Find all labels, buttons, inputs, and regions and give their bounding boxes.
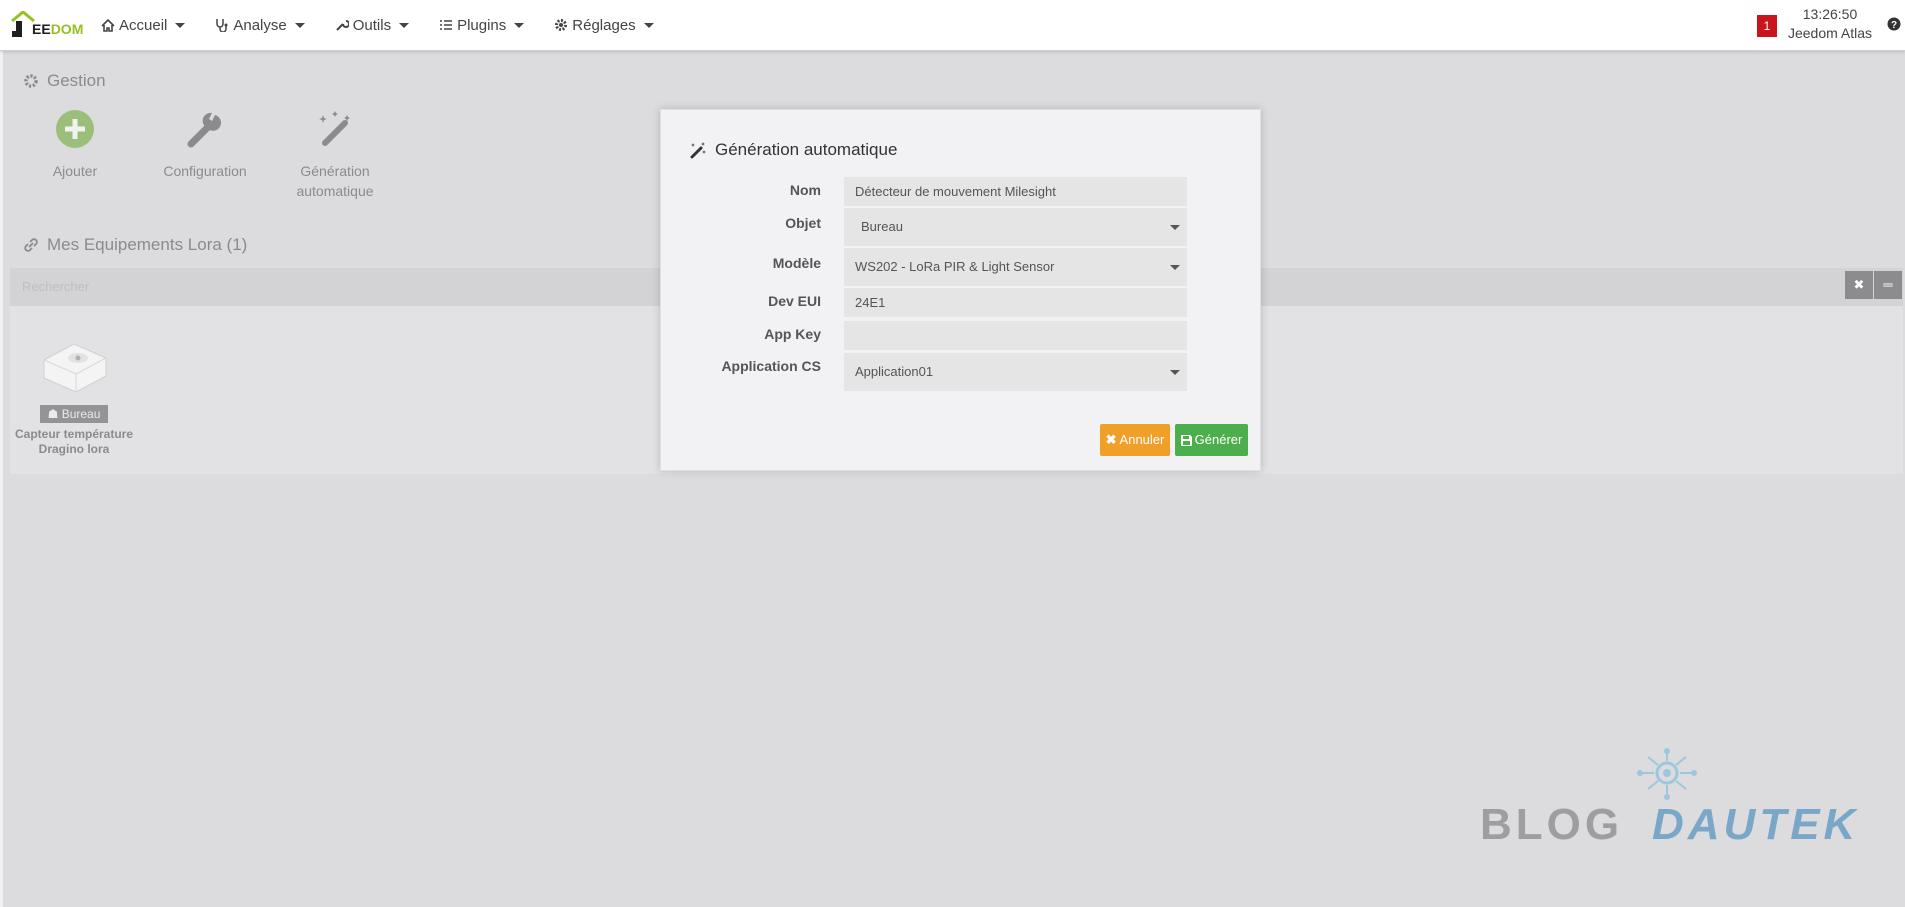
cancel-button-label: Annuler [1119, 432, 1165, 447]
user-name[interactable]: Jeedom Atlas [1785, 25, 1875, 41]
chevron-down-icon [175, 22, 186, 28]
logo-text: EEDOM [32, 21, 84, 37]
chevron-down-icon [1170, 370, 1180, 375]
menu-analyse-label: Analyse [233, 16, 287, 34]
chevron-down-icon [399, 22, 410, 28]
clear-search-button[interactable]: ✖ [1845, 271, 1873, 299]
gestion-title-label: Gestion [47, 71, 106, 90]
generation-automatique-button[interactable]: Génération automatique [270, 109, 400, 201]
top-navbar: EEDOM Accueil Analyse Outils Plugins Rég… [0, 0, 1905, 51]
equipement-name: Capteur température Dragino lora [14, 427, 134, 456]
deveui-label: Dev EUI [768, 293, 821, 309]
list-icon [440, 20, 453, 30]
modal-title: Génération automatique [689, 140, 897, 160]
wrench-icon [187, 112, 222, 148]
modele-label: Modèle [772, 255, 821, 271]
menu-analyse[interactable]: Analyse [215, 16, 305, 34]
nom-field[interactable]: Détecteur de mouvement Milesight [844, 177, 1187, 206]
close-icon: ✖ [1105, 432, 1117, 447]
gestion-title: Gestion [23, 71, 106, 91]
generate-button[interactable]: Générer [1175, 424, 1248, 456]
gear-icon [555, 19, 568, 31]
equipement-badge: ☗ Bureau [39, 405, 109, 423]
sensor-device-image [43, 343, 107, 393]
menu-plugins-label: Plugins [457, 16, 507, 34]
equipements-title-label: Mes Equipements Lora (1) [47, 235, 248, 254]
main-menu: Accueil Analyse Outils Plugins Réglages [101, 0, 684, 50]
watermark-blog: BLOG [1480, 800, 1624, 849]
menu-plugins[interactable]: Plugins [439, 16, 525, 34]
wrench-icon [336, 20, 349, 31]
configuration-button[interactable]: Configuration [140, 109, 270, 181]
circuit-logo-icon [1637, 748, 1697, 800]
appcs-select-value: Application01 [855, 364, 934, 379]
menu-reglages-label: Réglages [572, 16, 636, 34]
appkey-field[interactable] [844, 321, 1187, 350]
save-icon [1180, 434, 1192, 446]
objet-label: Objet [785, 215, 821, 231]
modal-title-label: Génération automatique [715, 140, 898, 159]
plus-circle-icon [56, 110, 94, 148]
cancel-button[interactable]: ✖ Annuler [1100, 424, 1170, 456]
generation-automatique-label: Génération automatique [296, 163, 374, 199]
menu-outils-label: Outils [352, 16, 392, 34]
gear-icon [24, 74, 38, 88]
modele-select[interactable]: WS202 - LoRa PIR & Light Sensor [844, 248, 1187, 286]
menu-outils[interactable]: Outils [335, 16, 410, 34]
toggle-layout-button[interactable]: ═ [1874, 271, 1902, 299]
chevron-down-icon [1170, 265, 1180, 270]
generate-button-label: Générer [1194, 432, 1243, 447]
objet-select-value: Bureau [861, 219, 903, 234]
link-icon [24, 238, 38, 252]
modele-select-value: WS202 - LoRa PIR & Light Sensor [855, 259, 1055, 274]
search-input[interactable]: Rechercher [22, 279, 89, 294]
notification-badge[interactable]: 1 [1757, 15, 1777, 37]
chevron-down-icon [514, 22, 525, 28]
chevron-down-icon [643, 22, 654, 28]
appkey-label: App Key [764, 326, 821, 342]
magic-wand-icon [690, 142, 706, 159]
nom-label: Nom [789, 182, 821, 198]
deveui-field[interactable]: 24E1 [844, 288, 1187, 317]
jeedom-logo[interactable]: EEDOM [10, 7, 84, 41]
configuration-label: Configuration [163, 163, 247, 179]
ajouter-label: Ajouter [52, 163, 98, 179]
menu-accueil-label: Accueil [119, 16, 168, 34]
equipement-card[interactable]: ☗ Bureau Capteur température Dragino lor… [14, 330, 134, 457]
watermark-dautek: DAUTEK [1652, 800, 1860, 849]
appcs-label: Application CS [721, 358, 821, 374]
home-icon [101, 18, 115, 32]
menu-accueil[interactable]: Accueil [101, 16, 186, 34]
menu-reglages[interactable]: Réglages [554, 16, 654, 34]
magic-wand-icon [319, 111, 350, 146]
objet-select[interactable]: Bureau [844, 208, 1187, 246]
ajouter-button[interactable]: Ajouter [10, 109, 140, 181]
equipements-title: Mes Equipements Lora (1) [23, 235, 247, 255]
left-border [0, 51, 3, 907]
chevron-down-icon [1170, 225, 1180, 230]
question-icon[interactable]: ? [1887, 17, 1901, 31]
clock-time: 13:26:50 [1802, 6, 1858, 22]
generation-modal: Génération automatique Nom Détecteur de … [660, 109, 1261, 471]
stethoscope-icon [216, 19, 228, 32]
chevron-down-icon [294, 22, 305, 28]
appcs-select[interactable]: Application01 [844, 353, 1187, 391]
equipement-badge-label: Bureau [61, 407, 101, 421]
svg-text:?: ? [1891, 20, 1897, 31]
